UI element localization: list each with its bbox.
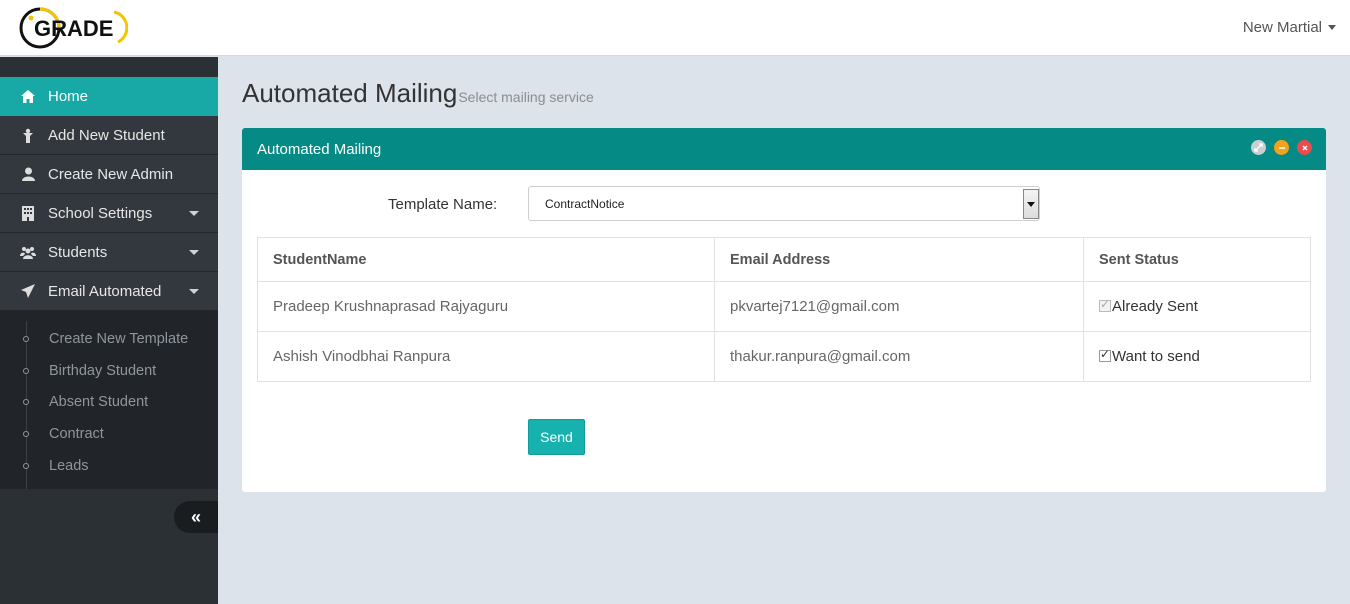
building-icon (20, 205, 36, 221)
template-row: Template Name: ContractNotice (242, 186, 1326, 222)
email-cell: thakur.ranpura@gmail.com (714, 331, 1084, 382)
sidebar-collapse-button[interactable]: « (174, 501, 218, 533)
submenu-item-create-new-template[interactable]: Create New Template (0, 323, 218, 355)
column-header-sent-status: Sent Status (1083, 237, 1311, 282)
top-bar: GRADE New Martial (0, 0, 1350, 56)
sidebar-item-school-settings[interactable]: School Settings (0, 194, 218, 233)
sent-status-checkbox (1099, 297, 1111, 312)
submenu-item-birthday-student[interactable]: Birthday Student (0, 355, 218, 387)
chevron-down-icon[interactable] (1023, 189, 1039, 219)
close-icon[interactable] (1297, 140, 1312, 155)
panel-title: Automated Mailing (257, 140, 382, 158)
automated-mailing-panel: Automated Mailing Template Name: Contrac… (242, 128, 1326, 492)
table-header-row: StudentName Email Address Sent Status (257, 237, 1311, 282)
user-icon (20, 166, 36, 182)
column-header-student-name: StudentName (257, 237, 715, 282)
user-menu[interactable]: New Martial (1243, 19, 1336, 36)
sidebar-item-label: Add New Student (48, 126, 165, 144)
chevron-down-icon (189, 211, 199, 216)
users-icon (20, 244, 36, 260)
chevron-down-icon (189, 289, 199, 294)
chevron-down-icon (1328, 25, 1336, 30)
column-header-email-address: Email Address (714, 237, 1084, 282)
panel-tools (1251, 140, 1312, 155)
table-row: Ashish Vinodbhai Ranpura thakur.ranpura@… (257, 331, 1311, 382)
template-name-label: Template Name: (388, 196, 498, 213)
bullet-icon (23, 462, 29, 469)
sidebar-item-email-automated[interactable]: Email Automated (0, 272, 218, 311)
want-to-send-checkbox[interactable] (1099, 347, 1111, 362)
submenu-item-label: Contract (49, 425, 104, 442)
submenu-item-contract[interactable]: Contract (0, 418, 218, 450)
template-name-select[interactable]: ContractNotice (528, 186, 1040, 221)
sidebar-item-label: School Settings (48, 204, 153, 222)
bullet-icon (23, 431, 29, 438)
person-add-icon (20, 127, 36, 143)
table-row: Pradeep Krushnaprasad Rajyaguru pkvartej… (257, 281, 1311, 332)
submenu-item-absent-student[interactable]: Absent Student (0, 386, 218, 418)
panel-header: Automated Mailing (242, 128, 1326, 170)
submenu-item-label: Leads (49, 457, 89, 474)
template-selected-value: ContractNotice (545, 196, 625, 211)
sidebar-item-add-new-student[interactable]: Add New Student (0, 116, 218, 155)
student-name-cell: Pradeep Krushnaprasad Rajyaguru (257, 281, 715, 332)
submenu-item-label: Absent Student (49, 394, 149, 411)
sidebar: Home Add New Student Create New Admin Sc… (0, 57, 218, 604)
sent-status-cell: Already Sent (1083, 281, 1311, 332)
sidebar-item-label: Email Automated (48, 282, 162, 300)
paper-plane-icon (20, 283, 36, 299)
igrade-logo[interactable]: GRADE (18, 6, 128, 50)
page-subtitle: Select mailing service (458, 89, 594, 105)
home-icon (20, 89, 36, 105)
bullet-icon (23, 336, 29, 342)
sent-status-cell: Want to send (1083, 331, 1311, 382)
sidebar-item-home[interactable]: Home (0, 77, 218, 116)
students-mail-table: StudentName Email Address Sent Status Pr… (257, 237, 1311, 382)
sidebar-item-label: Students (48, 243, 108, 261)
sent-status-label: Already Sent (1112, 298, 1198, 315)
chevron-down-icon (189, 250, 199, 255)
bullet-icon (23, 367, 29, 374)
send-button[interactable]: Send (528, 419, 585, 455)
page-title: Automated Mailing (242, 78, 458, 108)
bullet-icon (23, 399, 29, 406)
double-chevron-left-icon: « (190, 506, 201, 527)
minimize-icon[interactable] (1274, 140, 1289, 155)
email-automated-submenu: Create New Template Birthday Student Abs… (0, 311, 218, 490)
svg-text:GRADE: GRADE (34, 16, 113, 41)
submenu-item-label: Birthday Student (49, 362, 157, 379)
sidebar-item-label: Create New Admin (48, 165, 174, 183)
page-header: Automated Mailing Select mailing service (242, 78, 594, 109)
user-name: New Martial (1242, 19, 1322, 36)
student-name-cell: Ashish Vinodbhai Ranpura (257, 331, 715, 382)
sidebar-item-label: Home (48, 88, 89, 105)
submenu-item-leads[interactable]: Leads (0, 450, 218, 482)
sent-status-label: Want to send (1112, 348, 1200, 365)
sidebar-item-create-new-admin[interactable]: Create New Admin (0, 155, 218, 194)
sidebar-item-students[interactable]: Students (0, 233, 218, 272)
email-cell: pkvartej7121@gmail.com (714, 281, 1084, 332)
submenu-item-label: Create New Template (49, 330, 189, 347)
expand-icon[interactable] (1251, 140, 1266, 155)
